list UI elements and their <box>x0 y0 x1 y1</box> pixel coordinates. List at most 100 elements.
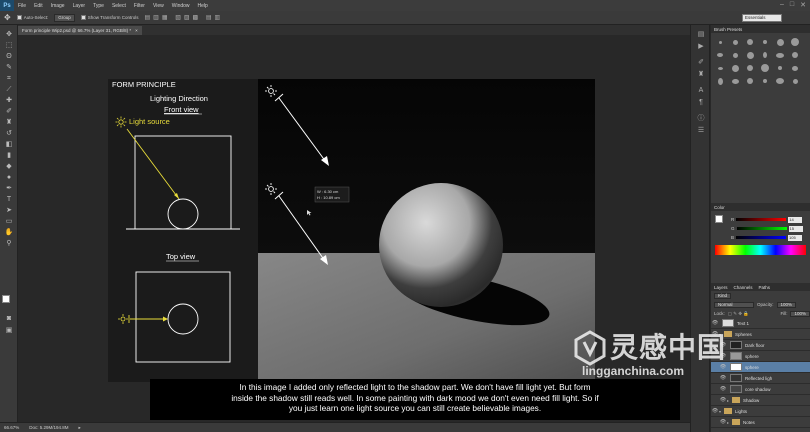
crop-tool-icon[interactable]: ⌗ <box>4 75 14 83</box>
dodge-tool-icon[interactable]: ● <box>4 174 14 182</box>
foreground-color-swatch[interactable] <box>2 295 10 303</box>
menu-filter[interactable]: Filter <box>130 3 149 9</box>
brush-preset[interactable] <box>745 50 755 60</box>
brush-panel-icon[interactable]: ✐ <box>696 59 706 67</box>
quick-select-tool-icon[interactable]: ✎ <box>4 64 14 72</box>
brush-preset[interactable] <box>760 37 770 47</box>
path-select-tool-icon[interactable]: ➤ <box>4 207 14 215</box>
brush-preset[interactable] <box>730 50 740 60</box>
color-tab[interactable]: Color <box>714 205 725 210</box>
menu-edit[interactable]: Edit <box>30 3 47 9</box>
auto-select-dropdown[interactable]: Group <box>54 13 75 22</box>
brush-preset[interactable] <box>775 76 785 86</box>
auto-select-checkbox[interactable]: Auto-Select: <box>16 15 48 20</box>
blue-value[interactable]: 105 <box>788 234 803 241</box>
blue-slider[interactable]: B 105 <box>711 233 810 242</box>
history-panel-icon[interactable]: ▤ <box>696 31 706 39</box>
pen-tool-icon[interactable]: ✒ <box>4 185 14 193</box>
menu-file[interactable]: File <box>14 3 30 9</box>
clone-source-panel-icon[interactable]: ♜ <box>696 71 706 79</box>
sphere-render: W : 6.30 cm H : 10.89 cm <box>258 79 595 382</box>
quick-mask-icon[interactable]: ◙ <box>4 315 14 323</box>
move-tool-icon[interactable]: ✥ <box>4 13 11 22</box>
move-tool-icon[interactable]: ✥ <box>4 31 14 39</box>
opacity-value[interactable]: 100% <box>776 301 797 308</box>
blur-tool-icon[interactable]: ◆ <box>4 163 14 171</box>
menu-image[interactable]: Image <box>47 3 69 9</box>
layer-filter-kind[interactable]: Kind <box>714 292 732 299</box>
brush-preset[interactable] <box>790 50 800 60</box>
brush-preset[interactable] <box>760 50 770 60</box>
menu-layer[interactable]: Layer <box>69 3 90 9</box>
top-view-label: Top view <box>166 252 196 261</box>
red-slider[interactable]: R 14 <box>711 215 810 224</box>
gradient-tool-icon[interactable]: ▮ <box>4 152 14 160</box>
align-icons[interactable]: ▤▥▦ ▧▨▩ ▤▥ <box>145 14 224 21</box>
color-spectrum[interactable] <box>715 245 806 255</box>
brush-preset[interactable] <box>790 37 800 47</box>
character-panel-icon[interactable]: A <box>696 87 706 95</box>
healing-tool-icon[interactable]: ✚ <box>4 97 14 105</box>
brush-presets-tab[interactable]: Brush Presets <box>714 27 742 32</box>
screen-mode-icon[interactable]: ▣ <box>4 327 14 335</box>
shape-tool-icon[interactable]: ▭ <box>4 218 14 226</box>
green-slider[interactable]: G 15 <box>711 224 810 233</box>
brush-preset[interactable] <box>760 76 770 86</box>
minimize-button[interactable]: – <box>780 1 784 9</box>
status-arrow-icon[interactable]: ▸ <box>79 425 81 431</box>
brush-preset[interactable] <box>730 76 740 86</box>
eyedropper-tool-icon[interactable]: ⟋ <box>4 86 14 94</box>
document-tab[interactable]: Form principle Wip2.psd @ 66.7% (Layer 3… <box>18 26 142 35</box>
paragraph-panel-icon[interactable]: ¶ <box>696 99 706 107</box>
menu-help[interactable]: Help <box>194 3 212 9</box>
brush-preset[interactable] <box>745 63 755 73</box>
maximize-button[interactable]: □ <box>790 1 794 9</box>
hand-tool-icon[interactable]: ✋ <box>4 229 14 237</box>
paths-tab[interactable]: Paths <box>759 285 771 290</box>
brush-preset[interactable] <box>775 50 785 60</box>
color-foreground-swatch[interactable] <box>715 215 723 223</box>
brush-preset[interactable] <box>715 37 725 47</box>
close-window-button[interactable]: ✕ <box>800 1 806 9</box>
brush-preset[interactable] <box>760 63 770 73</box>
brush-preset[interactable] <box>745 76 755 86</box>
document-canvas[interactable]: FORM PRINCIPLE Lighting Direction Front … <box>108 79 595 382</box>
blend-mode-dropdown[interactable]: Normal <box>714 301 754 308</box>
properties-panel-icon[interactable]: ☰ <box>696 127 706 135</box>
info-panel-icon[interactable]: ⓘ <box>696 115 706 123</box>
layers-tab[interactable]: Layers <box>714 285 728 290</box>
red-value[interactable]: 14 <box>788 216 803 223</box>
type-tool-icon[interactable]: T <box>4 196 14 204</box>
workspace-dropdown[interactable]: Essentials <box>742 14 782 22</box>
fill-value[interactable]: 100% <box>790 310 810 317</box>
brush-preset[interactable] <box>775 37 785 47</box>
actions-panel-icon[interactable]: ▶ <box>696 43 706 51</box>
brush-preset[interactable] <box>730 37 740 47</box>
green-value[interactable]: 15 <box>788 225 803 232</box>
brush-preset[interactable] <box>715 50 725 60</box>
stamp-tool-icon[interactable]: ♜ <box>4 119 14 127</box>
brush-preset[interactable] <box>715 63 725 73</box>
marquee-tool-icon[interactable]: ⬚ <box>4 42 14 50</box>
brush-tool-icon[interactable]: ✐ <box>4 108 14 116</box>
zoom-level[interactable]: 66.67% <box>4 425 19 430</box>
menu-view[interactable]: View <box>149 3 168 9</box>
menu-type[interactable]: Type <box>89 3 108 9</box>
lasso-tool-icon[interactable]: ʘ <box>4 53 14 61</box>
brush-preset[interactable] <box>745 37 755 47</box>
brush-preset[interactable] <box>775 63 785 73</box>
lock-icons[interactable]: ▢ ✎ ✥ 🔒 <box>728 311 749 317</box>
brush-preset[interactable] <box>730 63 740 73</box>
brush-preset[interactable] <box>715 76 725 86</box>
lighting-diagram: FORM PRINCIPLE Lighting Direction Front … <box>112 80 240 363</box>
eraser-tool-icon[interactable]: ◧ <box>4 141 14 149</box>
menu-window[interactable]: Window <box>168 3 194 9</box>
history-brush-tool-icon[interactable]: ↺ <box>4 130 14 138</box>
close-tab-icon[interactable]: × <box>135 28 138 33</box>
brush-preset[interactable] <box>790 63 800 73</box>
show-transform-checkbox[interactable]: Show Transform Controls <box>80 15 139 20</box>
brush-preset[interactable] <box>790 76 800 86</box>
zoom-tool-icon[interactable]: ⚲ <box>4 240 14 248</box>
menu-select[interactable]: Select <box>108 3 130 9</box>
channels-tab[interactable]: Channels <box>734 285 753 290</box>
